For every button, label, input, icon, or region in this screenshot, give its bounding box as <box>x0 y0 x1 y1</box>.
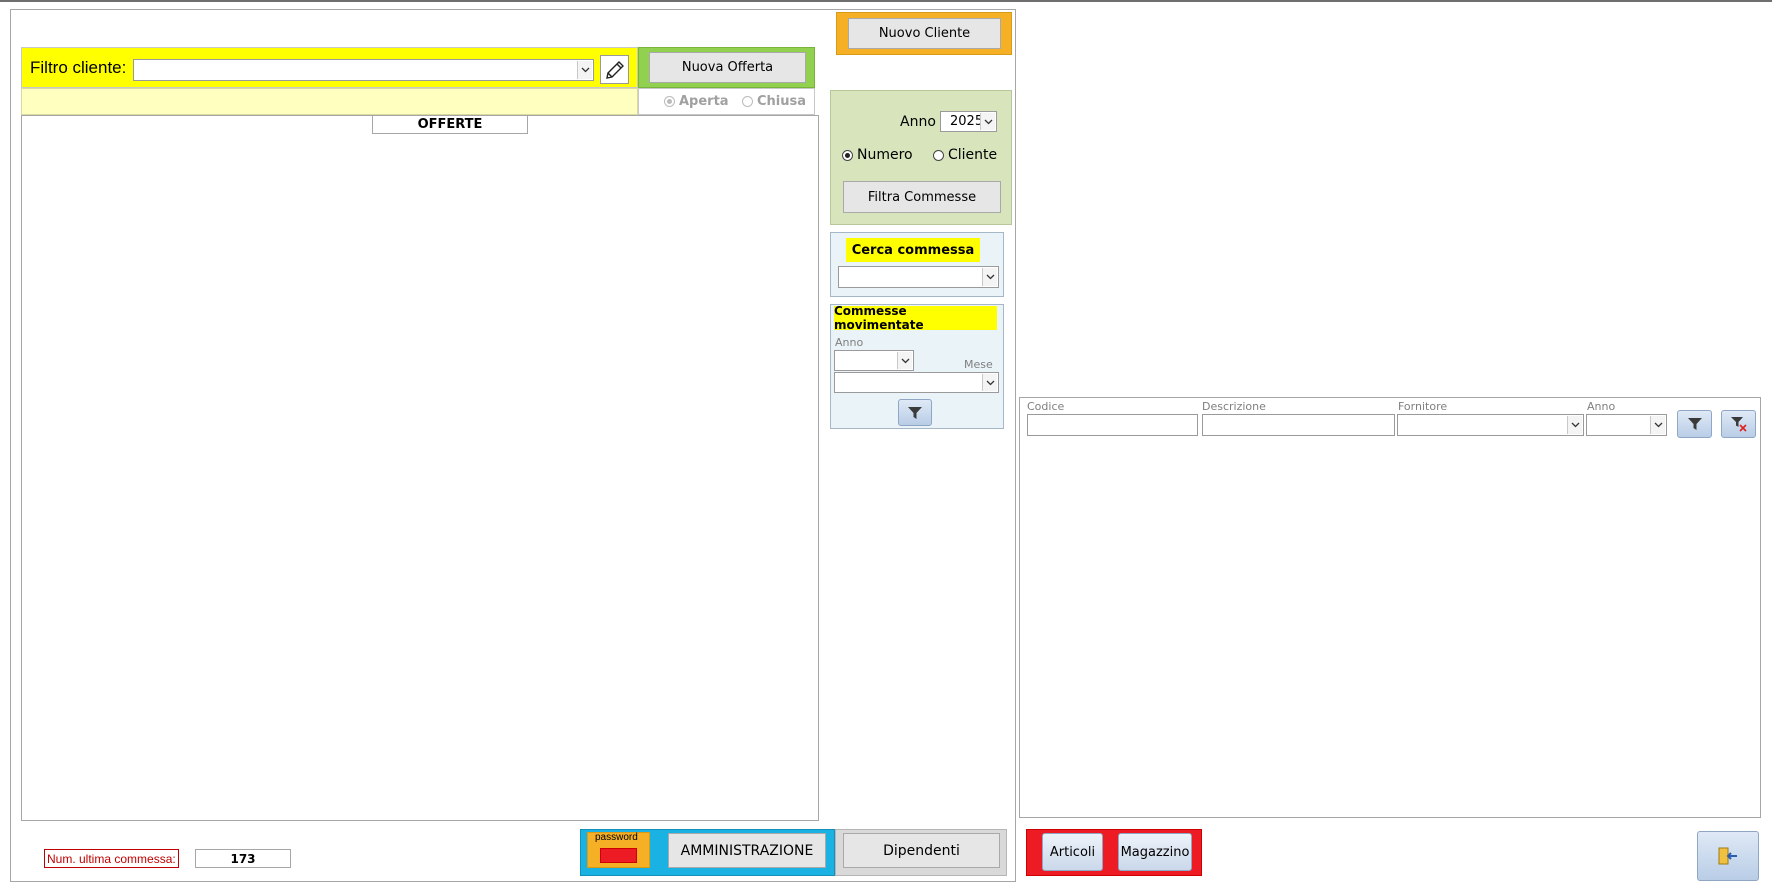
chevron-down-icon[interactable] <box>1567 416 1582 434</box>
dipendenti-button[interactable]: Dipendenti <box>843 833 1000 868</box>
cerca-commessa-combo[interactable] <box>838 266 999 288</box>
fornitore-combo[interactable] <box>1397 414 1584 436</box>
col-codice-label: Codice <box>1027 400 1065 413</box>
movimentate-mese-combo[interactable] <box>834 372 999 393</box>
password-field[interactable] <box>600 848 637 863</box>
nuova-offerta-button[interactable]: Nuova Offerta <box>649 52 806 83</box>
anno-value: 2025 <box>950 114 984 129</box>
top-separator <box>0 0 1772 2</box>
radio-dot <box>742 96 753 107</box>
col-anno-label: Anno <box>1587 400 1616 413</box>
radio-dot <box>664 96 675 107</box>
filter-icon <box>908 406 922 419</box>
filtro-cliente-combo[interactable] <box>133 59 594 81</box>
filtro-cliente-label: Filtro cliente: <box>30 58 127 77</box>
articoli-clear-filter-button[interactable] <box>1721 410 1756 438</box>
filtro-info-strip <box>21 88 638 115</box>
col-descrizione-label: Descrizione <box>1202 400 1266 413</box>
filtra-commesse-button[interactable]: Filtra Commesse <box>843 181 1001 213</box>
movimentate-anno-combo[interactable] <box>834 350 914 371</box>
radio-cliente[interactable]: Cliente <box>933 147 997 163</box>
codice-input[interactable] <box>1027 414 1198 436</box>
radio-numero-label: Numero <box>857 147 913 163</box>
exit-button[interactable] <box>1697 831 1759 881</box>
radio-aperta[interactable]: Aperta <box>664 94 729 109</box>
chevron-down-icon[interactable] <box>1650 416 1665 434</box>
articoli-anno-combo[interactable] <box>1586 414 1667 436</box>
anno-label: Anno <box>900 114 936 130</box>
radio-chiusa[interactable]: Chiusa <box>742 94 806 109</box>
movimentate-filter-button[interactable] <box>898 399 932 426</box>
radio-dot <box>933 149 944 161</box>
chevron-down-icon[interactable] <box>980 113 995 130</box>
amministrazione-button[interactable]: AMMINISTRAZIONE <box>668 833 826 868</box>
radio-cliente-label: Cliente <box>948 147 998 163</box>
chevron-down-icon[interactable] <box>897 352 912 369</box>
articoli-filter-button[interactable] <box>1677 410 1712 438</box>
cerca-commessa-title: Cerca commessa <box>846 238 980 262</box>
num-ultima-value: 173 <box>195 849 291 868</box>
exit-icon <box>1718 847 1737 865</box>
password-label: password <box>595 832 638 843</box>
radio-aperta-label: Aperta <box>679 94 729 109</box>
commesse-movimentate-title: Commesse movimentate <box>834 304 997 332</box>
col-fornitore-label: Fornitore <box>1398 400 1448 413</box>
radio-chiusa-label: Chiusa <box>757 94 807 109</box>
nuovo-cliente-button[interactable]: Nuovo Cliente <box>848 18 1001 49</box>
filter-icon <box>1687 418 1702 430</box>
anno-combo[interactable]: 2025 <box>940 111 997 132</box>
num-ultima-label: Num. ultima commessa: <box>44 849 179 868</box>
articoli-button[interactable]: Articoli <box>1042 833 1103 871</box>
magazzino-button[interactable]: Magazzino <box>1118 833 1192 871</box>
pencil-icon <box>605 60 624 79</box>
radio-dot <box>842 149 853 161</box>
offerte-list[interactable] <box>21 115 819 821</box>
chevron-down-icon[interactable] <box>982 374 997 391</box>
chevron-down-icon[interactable] <box>982 268 997 286</box>
movimentate-mese-label: Mese <box>964 358 993 371</box>
descrizione-input[interactable] <box>1202 414 1395 436</box>
chevron-down-icon[interactable] <box>577 61 592 79</box>
edit-cliente-button[interactable] <box>600 55 629 84</box>
clear-filter-icon <box>1730 417 1747 432</box>
offerte-header: OFFERTE <box>372 115 528 134</box>
movimentate-anno-label: Anno <box>835 336 864 349</box>
articoli-panel <box>1019 397 1761 818</box>
radio-numero[interactable]: Numero <box>842 147 913 163</box>
